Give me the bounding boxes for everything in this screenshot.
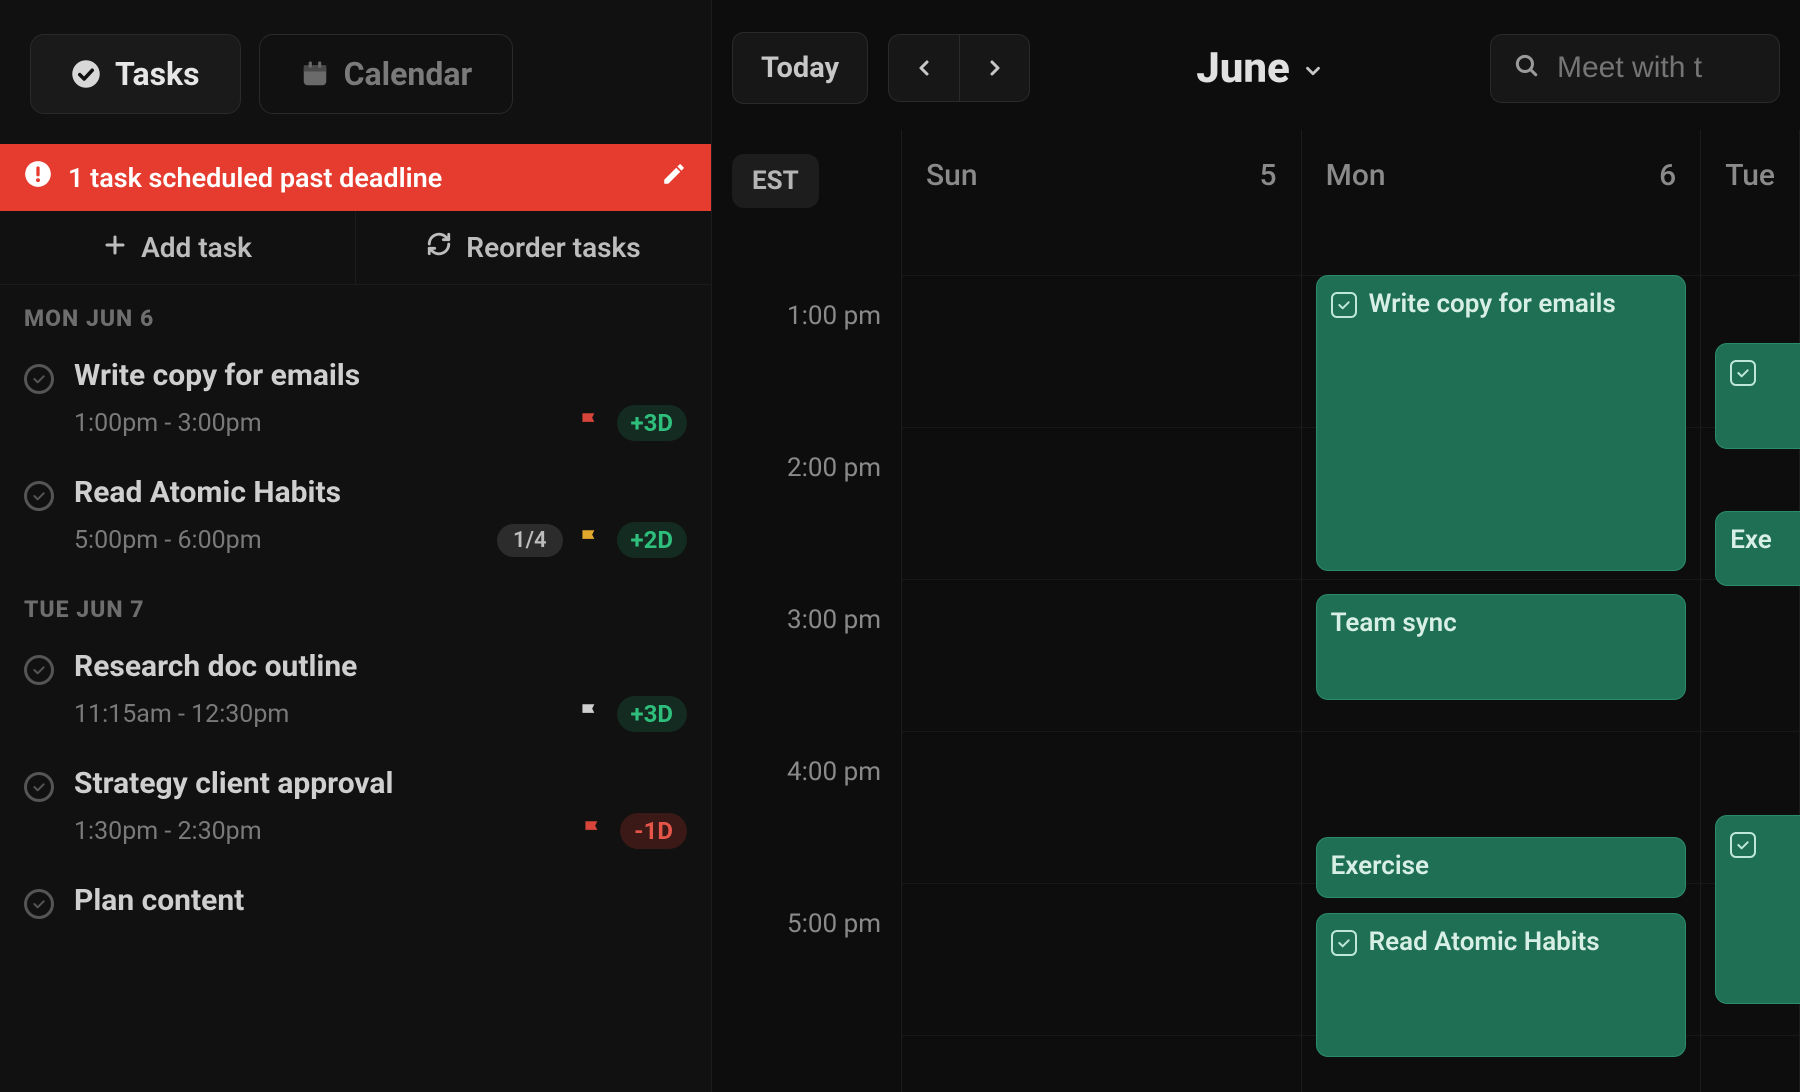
task-item[interactable]: Write copy for emails 1:00pm - 3:00pm +3…	[0, 342, 711, 459]
time-column: EST 1:00 pm 2:00 pm 3:00 pm 4:00 pm 5:00 pm	[712, 130, 902, 1092]
today-label: Today	[761, 51, 839, 85]
task-item[interactable]: Strategy client approval 1:30pm - 2:30pm…	[0, 750, 711, 867]
day-column-sun[interactable]: Sun 5	[902, 130, 1302, 1092]
time-label: 1:00 pm	[787, 301, 881, 331]
event-checkbox[interactable]	[1331, 930, 1357, 956]
task-title: Write copy for emails	[74, 358, 687, 393]
due-pill: +3D	[617, 696, 687, 732]
event-title: Write copy for emails	[1369, 288, 1616, 558]
task-item[interactable]: Read Atomic Habits 5:00pm - 6:00pm 1/4 +…	[0, 459, 711, 576]
week-nav	[888, 34, 1030, 102]
time-label: 2:00 pm	[787, 453, 881, 483]
event-checkbox[interactable]	[1730, 832, 1756, 858]
timezone-badge[interactable]: EST	[732, 154, 819, 208]
view-switcher: Tasks Calendar	[0, 0, 711, 144]
month-label-text: June	[1196, 44, 1290, 93]
flag-icon[interactable]	[577, 701, 603, 727]
tab-calendar[interactable]: Calendar	[259, 34, 514, 114]
calendar-event[interactable]: Exercise	[1316, 837, 1687, 897]
task-time: 5:00pm - 6:00pm	[74, 526, 483, 555]
search-icon	[1513, 51, 1539, 86]
day-column-tue[interactable]: Tue Exe	[1701, 130, 1800, 1092]
task-time: 1:00pm - 3:00pm	[74, 409, 563, 438]
add-task-label: Add task	[141, 231, 252, 264]
due-pill: +3D	[617, 405, 687, 441]
calendar-event[interactable]	[1715, 343, 1800, 449]
next-week-button[interactable]	[959, 35, 1029, 101]
sidebar: Tasks Calendar 1 task scheduled past dea…	[0, 0, 712, 1092]
day-name: Tue	[1725, 158, 1775, 193]
day-name: Sun	[926, 158, 978, 193]
alert-icon	[24, 160, 52, 195]
task-title: Plan content	[74, 883, 687, 918]
tab-tasks[interactable]: Tasks	[30, 34, 241, 114]
search-input[interactable]	[1557, 51, 1757, 85]
tab-tasks-label: Tasks	[115, 55, 200, 93]
prev-week-button[interactable]	[889, 35, 959, 101]
task-actions: Add task Reorder tasks	[0, 211, 711, 285]
event-title: Exe	[1730, 524, 1772, 574]
event-checkbox[interactable]	[1331, 292, 1357, 318]
past-deadline-alert[interactable]: 1 task scheduled past deadline	[0, 144, 711, 211]
event-title: Exercise	[1331, 850, 1429, 884]
task-title: Research doc outline	[74, 649, 687, 684]
task-checkbox[interactable]	[24, 889, 54, 919]
calendar-icon	[300, 59, 330, 89]
calendar-event[interactable]: Team sync	[1316, 594, 1687, 700]
reorder-icon	[426, 231, 452, 264]
reorder-tasks-label: Reorder tasks	[466, 231, 640, 264]
time-label: 5:00 pm	[787, 909, 881, 939]
day-number: 5	[1260, 158, 1277, 193]
task-title: Strategy client approval	[74, 766, 687, 801]
calendar-event[interactable]: Read Atomic Habits	[1316, 913, 1687, 1057]
event-checkbox[interactable]	[1730, 360, 1756, 386]
flag-icon[interactable]	[580, 818, 606, 844]
task-item[interactable]: Research doc outline 11:15am - 12:30pm +…	[0, 633, 711, 750]
date-header: TUE JUN 7	[0, 576, 711, 633]
calendar-event[interactable]: Write copy for emails	[1316, 275, 1687, 571]
time-label: 4:00 pm	[787, 757, 881, 787]
chevron-down-icon	[1302, 44, 1324, 93]
reorder-tasks-button[interactable]: Reorder tasks	[355, 211, 711, 284]
calendar-grid: EST 1:00 pm2:00 pm3:00 pm4:00 pm5:00 pm …	[712, 130, 1800, 1092]
add-task-button[interactable]: Add task	[0, 211, 355, 284]
subtask-count: 1/4	[497, 524, 563, 557]
event-title: Read Atomic Habits	[1369, 926, 1600, 1044]
pencil-icon[interactable]	[661, 161, 687, 194]
task-time: 11:15am - 12:30pm	[74, 700, 563, 729]
calendar-event[interactable]: Exe	[1715, 511, 1800, 587]
month-picker[interactable]: June	[1050, 44, 1470, 93]
calendar-toolbar: Today June	[712, 0, 1800, 130]
check-circle-icon	[71, 59, 101, 89]
day-number: 6	[1659, 158, 1676, 193]
alert-text: 1 task scheduled past deadline	[68, 162, 442, 194]
day-name: Mon	[1326, 158, 1386, 193]
time-label: 3:00 pm	[787, 605, 881, 635]
calendar-event[interactable]	[1715, 815, 1800, 1005]
search-box[interactable]	[1490, 34, 1780, 103]
task-checkbox[interactable]	[24, 772, 54, 802]
due-pill: -1D	[620, 813, 687, 849]
task-checkbox[interactable]	[24, 481, 54, 511]
tab-calendar-label: Calendar	[344, 55, 473, 93]
task-item[interactable]: Plan content	[0, 867, 711, 948]
plus-icon	[103, 231, 127, 264]
calendar-main: Today June	[712, 0, 1800, 1092]
event-title: Team sync	[1331, 607, 1457, 687]
date-header: MON JUN 6	[0, 285, 711, 342]
flag-icon[interactable]	[577, 410, 603, 436]
due-pill: +2D	[617, 522, 687, 558]
task-time: 1:30pm - 2:30pm	[74, 817, 566, 846]
task-checkbox[interactable]	[24, 655, 54, 685]
flag-icon[interactable]	[577, 527, 603, 553]
today-button[interactable]: Today	[732, 32, 868, 104]
day-column-mon[interactable]: Mon 6 Write copy for emails Team sync Ex…	[1302, 130, 1702, 1092]
task-checkbox[interactable]	[24, 364, 54, 394]
task-title: Read Atomic Habits	[74, 475, 687, 510]
